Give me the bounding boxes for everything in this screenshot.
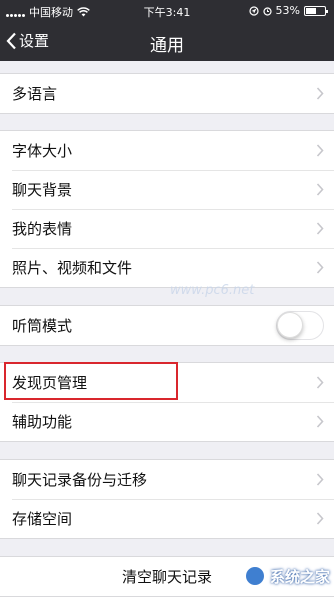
status-bar: 中国移动 下午3:41 53% [0,0,334,22]
watermark-site: www.pc6.net [170,283,255,298]
toggle-knob [277,312,303,338]
status-right: 53% [248,4,328,17]
alarm-icon [262,6,272,16]
row-media-files[interactable]: 照片、视频和文件 [0,248,334,287]
row-language[interactable]: 多语言 [0,74,334,113]
clear-button-label: 清空聊天记录 [121,568,212,586]
row-chat-backup[interactable]: 聊天记录备份与迁移 [0,460,334,499]
row-label: 聊天背景 [12,181,73,199]
row-label: 听筒模式 [12,317,73,335]
chevron-right-icon [316,87,324,100]
chevron-right-icon [316,144,324,157]
earpiece-mode-toggle[interactable] [276,311,324,340]
location-icon [248,5,259,16]
group-display: 字体大小 聊天背景 我的表情 照片、视频和文件 [0,130,334,288]
battery-icon [304,5,328,16]
group-language: 多语言 [0,73,334,114]
row-label: 辅助功能 [12,413,73,431]
row-label: 我的表情 [12,220,73,238]
row-my-stickers[interactable]: 我的表情 [0,209,334,248]
row-accessibility[interactable]: 辅助功能 [0,402,334,441]
chevron-right-icon [316,261,324,274]
row-earpiece-mode: 听筒模式 [0,306,334,345]
row-label: 字体大小 [12,142,73,160]
chevron-right-icon [316,415,324,428]
chevron-right-icon [316,376,324,389]
row-discover-management[interactable]: 发现页管理 [0,363,334,402]
chevron-right-icon [316,183,324,196]
row-label: 多语言 [12,85,58,103]
group-storage: 聊天记录备份与迁移 存储空间 [0,459,334,539]
row-font-size[interactable]: 字体大小 [0,131,334,170]
row-storage[interactable]: 存储空间 [0,499,334,538]
row-label: 发现页管理 [12,374,88,392]
brand-logo-icon [243,565,266,587]
page-title: 通用 [150,36,184,56]
row-label: 聊天记录备份与迁移 [12,471,148,489]
watermark-brand-text: 系统之家 [269,567,330,586]
watermark-brand: 系统之家 [243,565,330,587]
row-chat-background[interactable]: 聊天背景 [0,170,334,209]
chevron-right-icon [316,222,324,235]
row-label: 照片、视频和文件 [12,259,133,277]
group-earpiece: 听筒模式 [0,305,334,346]
group-discover: 发现页管理 辅助功能 [0,362,334,442]
row-label: 存储空间 [12,510,73,528]
chevron-right-icon [316,473,324,486]
navigation-bar: 设置 通用 [0,22,334,61]
battery-percent: 53% [275,4,300,17]
chevron-right-icon [316,512,324,525]
